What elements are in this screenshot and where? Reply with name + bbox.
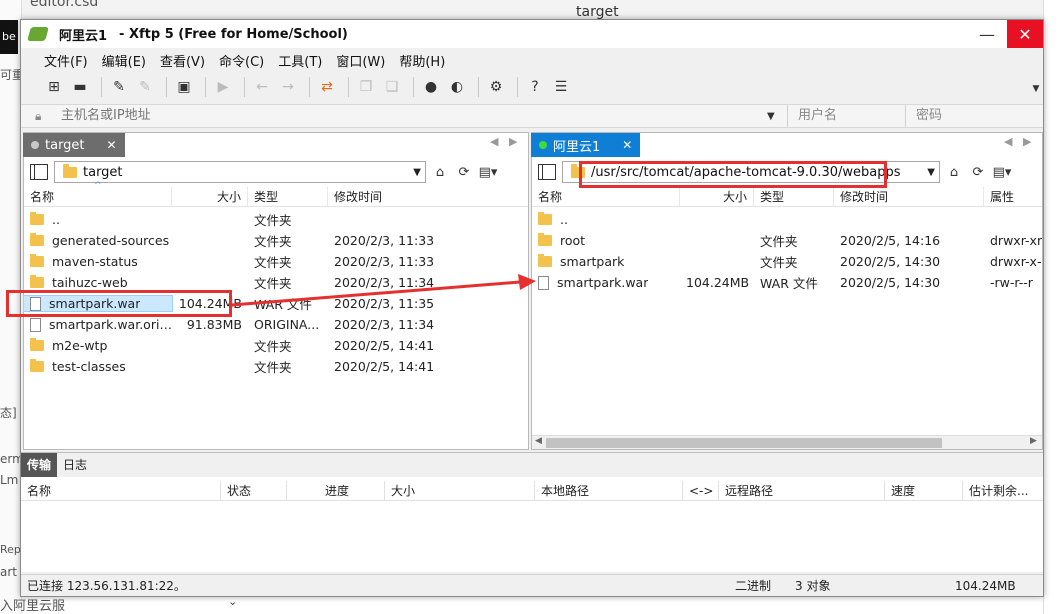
annotation-arrow — [231, 274, 536, 307]
arrow-head — [518, 274, 536, 290]
arrow-shaft — [231, 280, 521, 307]
